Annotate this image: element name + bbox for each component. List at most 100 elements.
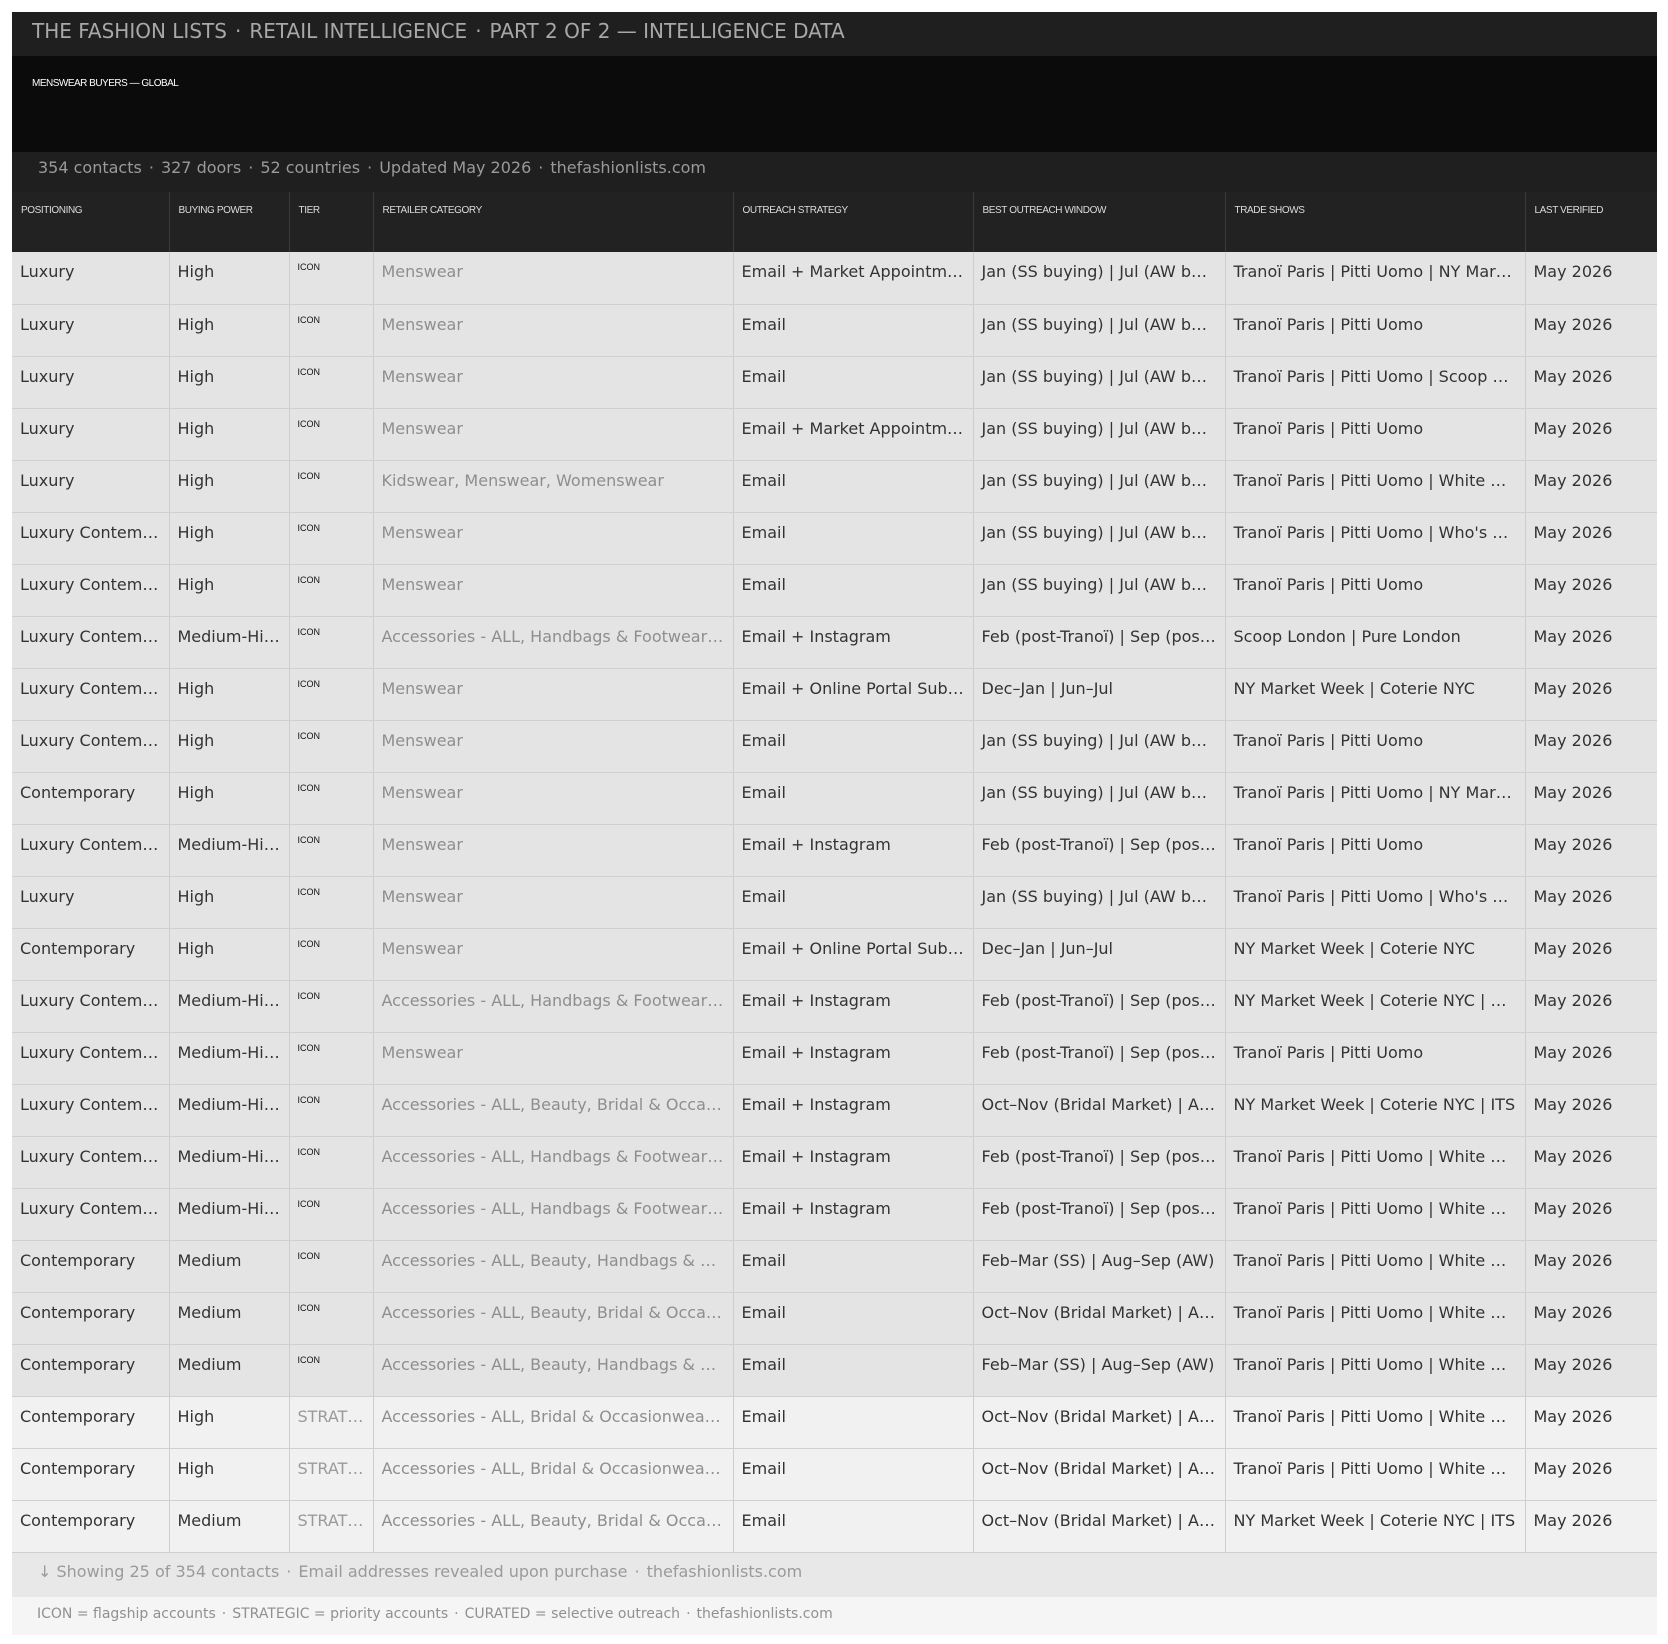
cell-trade-shows: Tranoï Paris | Pitti Uomo (1225, 564, 1526, 617)
table-row[interactable]: Luxury ContemporaryMedium-HighICONAccess… (12, 980, 1657, 1033)
cell-positioning: Luxury Contemporary (12, 720, 170, 773)
cell-tier: ICON (289, 928, 374, 981)
cell-positioning: Contemporary (12, 1292, 170, 1345)
table-row[interactable]: Luxury High ICON Menswear Email Jan (SS buyin… (12, 876, 1657, 929)
table-row[interactable]: Luxury ContemporaryHighICONMenswearEmail… (12, 512, 1657, 565)
cell-last-verified: May 2026 (1525, 356, 1657, 409)
cell-buying-power: High (169, 928, 290, 981)
cell-positioning: Luxury (12, 356, 170, 409)
cell-retailer-category: Accessories - ALL, Beauty, Bridal & Occa… (373, 1084, 734, 1137)
table-row[interactable]: Contemporary Medium ICON Accessories - ALL,… (12, 1292, 1657, 1345)
table-row[interactable]: Luxury High ICON Menswear Email + Market App… (12, 252, 1657, 305)
cell-positioning: Luxury Contemporary (12, 512, 170, 565)
table-row[interactable]: Contemporary High ICON Menswear Email Jan (SS… (12, 772, 1657, 825)
legend-site[interactable]: thefashionlists.com (697, 1606, 833, 1622)
table-row[interactable]: Luxury ContemporaryMedium-HighICONMenswe… (12, 824, 1657, 877)
table-row[interactable]: Luxury High ICON Menswear Email Jan (SS buyin… (12, 304, 1657, 357)
cell-outreach-window: Feb (post-Tranoï) | Sep (post-Tranoï) (973, 1032, 1226, 1085)
table-row[interactable]: Luxury ContemporaryHighICONMenswearEmail… (12, 668, 1657, 721)
separator: · (248, 158, 254, 177)
cell-retailer-category: Menswear (373, 720, 734, 773)
cell-outreach-strategy: Email (733, 772, 974, 825)
cell-trade-shows: Tranoï Paris | Pitti Uomo | Who's Next (1225, 876, 1526, 929)
cell-last-verified: May 2026 (1525, 1396, 1657, 1449)
column-header-buying-power[interactable]: BUYING POWER (169, 192, 290, 252)
table-row[interactable]: Contemporary High ICON Menswear Email + Onli… (12, 928, 1657, 981)
cell-positioning: Luxury Contemporary (12, 824, 170, 877)
cell-trade-shows: NY Market Week | Coterie NYC (1225, 668, 1526, 721)
column-header-outreach-strategy[interactable]: OUTREACH STRATEGY (733, 192, 974, 252)
table-row[interactable]: ContemporaryHighSTRATEGICAccessories - A… (12, 1448, 1657, 1501)
table-row[interactable]: Luxury ContemporaryHighICONMenswearEmail… (12, 564, 1657, 617)
cell-positioning: Luxury Contemporary (12, 1084, 170, 1137)
cell-tier: ICON (289, 252, 374, 305)
table-row[interactable]: ContemporaryMediumSTRATEGICAccessories -… (12, 1500, 1657, 1553)
cell-last-verified: May 2026 (1525, 460, 1657, 513)
table-row[interactable]: Luxury High ICON Menswear Email + Market App… (12, 408, 1657, 461)
table-row[interactable]: Luxury ContemporaryMedium-HighICONAccess… (12, 1084, 1657, 1137)
column-header-last-verified[interactable]: LAST VERIFIED (1525, 192, 1657, 252)
table-row[interactable]: Luxury ContemporaryMedium-HighICONAccess… (12, 1188, 1657, 1241)
table-row[interactable]: Contemporary Medium ICON Accessories - ALL,… (12, 1240, 1657, 1293)
stat-site: thefashionlists.com (550, 158, 707, 177)
footer-site[interactable]: thefashionlists.com (647, 1562, 803, 1581)
cell-outreach-strategy: Email (733, 1344, 974, 1397)
cell-outreach-strategy: Email (733, 512, 974, 565)
cell-outreach-window: Jan (SS buying) | Jul (AW buying) (973, 356, 1226, 409)
table-row[interactable]: Luxury High ICON Kidswear, Menswear, Womens… (12, 460, 1657, 513)
table-row[interactable]: Luxury ContemporaryMedium-HighICONAccess… (12, 616, 1657, 669)
top-bar: THE FASHION LISTS · RETAIL INTELLIGENCE · PA… (12, 12, 1657, 56)
table-row[interactable]: ContemporaryHighSTRATEGICAccessories - A… (12, 1396, 1657, 1449)
table-row[interactable]: Luxury ContemporaryHighICONMenswearEmail… (12, 720, 1657, 773)
column-header-outreach-window[interactable]: BEST OUTREACH WINDOW (973, 192, 1226, 252)
cell-outreach-window: Jan (SS buying) | Jul (AW buying) (973, 408, 1226, 461)
cell-tier: ICON (289, 772, 374, 825)
cell-last-verified: May 2026 (1525, 1240, 1657, 1293)
cell-tier: ICON (289, 356, 374, 409)
cell-outreach-strategy: Email + Instagram (733, 824, 974, 877)
cell-outreach-strategy: Email + Market Appointments (733, 408, 974, 461)
cell-positioning: Luxury (12, 252, 170, 305)
cell-positioning: Contemporary (12, 928, 170, 981)
list-title: MENSWEAR BUYERS — GLOBAL (32, 78, 179, 89)
cell-tier: ICON (289, 1240, 374, 1293)
cell-retailer-category: Accessories - ALL, Beauty, Bridal & Occa… (373, 1500, 734, 1553)
cell-positioning: Luxury (12, 408, 170, 461)
cell-buying-power: High (169, 252, 290, 305)
separator: · (367, 158, 373, 177)
cell-positioning: Luxury Contemporary (12, 616, 170, 669)
email-note: Email addresses revealed upon purchase (298, 1561, 628, 1581)
cell-last-verified: May 2026 (1525, 564, 1657, 617)
table-row[interactable]: Luxury High ICON Menswear Email Jan (SS buyin… (12, 356, 1657, 409)
table-row[interactable]: Contemporary Medium ICON Accessories - ALL,… (12, 1344, 1657, 1397)
showing-count: Showing 25 of 354 contacts (56, 1561, 280, 1581)
cell-outreach-window: Feb (post-Tranoï) | Sep (post-Tranoï) (973, 616, 1226, 669)
cell-tier: STRATEGIC (289, 1396, 374, 1449)
cell-positioning: Contemporary (12, 1500, 170, 1553)
cell-retailer-category: Accessories - ALL, Handbags & Footwear, … (373, 1188, 734, 1241)
cell-outreach-window: Dec–Jan | Jun–Jul (973, 928, 1226, 981)
cell-trade-shows: Tranoï Paris | Pitti Uomo (1225, 720, 1526, 773)
cell-buying-power: High (169, 876, 290, 929)
column-header-retailer-category[interactable]: RETAILER CATEGORY (373, 192, 734, 252)
cell-positioning: Luxury (12, 876, 170, 929)
table-row[interactable]: Luxury ContemporaryMedium-HighICONAccess… (12, 1136, 1657, 1189)
column-header-trade-shows[interactable]: TRADE SHOWS (1225, 192, 1526, 252)
cell-retailer-category: Menswear (373, 252, 734, 305)
cell-outreach-window: Feb (post-Tranoï) | Sep (post-Tranoï) (973, 1188, 1226, 1241)
cell-outreach-window: Dec–Jan | Jun–Jul (973, 668, 1226, 721)
cell-last-verified: May 2026 (1525, 980, 1657, 1033)
cell-tier: ICON (289, 1136, 374, 1189)
cell-buying-power: Medium-High (169, 824, 290, 877)
column-header-tier[interactable]: TIER (289, 192, 374, 252)
cell-outreach-window: Jan (SS buying) | Jul (AW buying) (973, 512, 1226, 565)
column-header-positioning[interactable]: POSITIONING (12, 192, 170, 252)
cell-retailer-category: Kidswear, Menswear, Womenswear (373, 460, 734, 513)
cell-trade-shows: Tranoï Paris | Pitti Uomo | White Milano (1225, 460, 1526, 513)
cell-buying-power: High (169, 460, 290, 513)
table-row[interactable]: Luxury ContemporaryMedium-HighICONMenswe… (12, 1032, 1657, 1085)
cell-outreach-strategy: Email + Instagram (733, 980, 974, 1033)
cell-trade-shows: Tranoï Paris | Pitti Uomo (1225, 408, 1526, 461)
cell-outreach-strategy: Email (733, 876, 974, 929)
stat-countries: 52 countries (260, 158, 361, 177)
